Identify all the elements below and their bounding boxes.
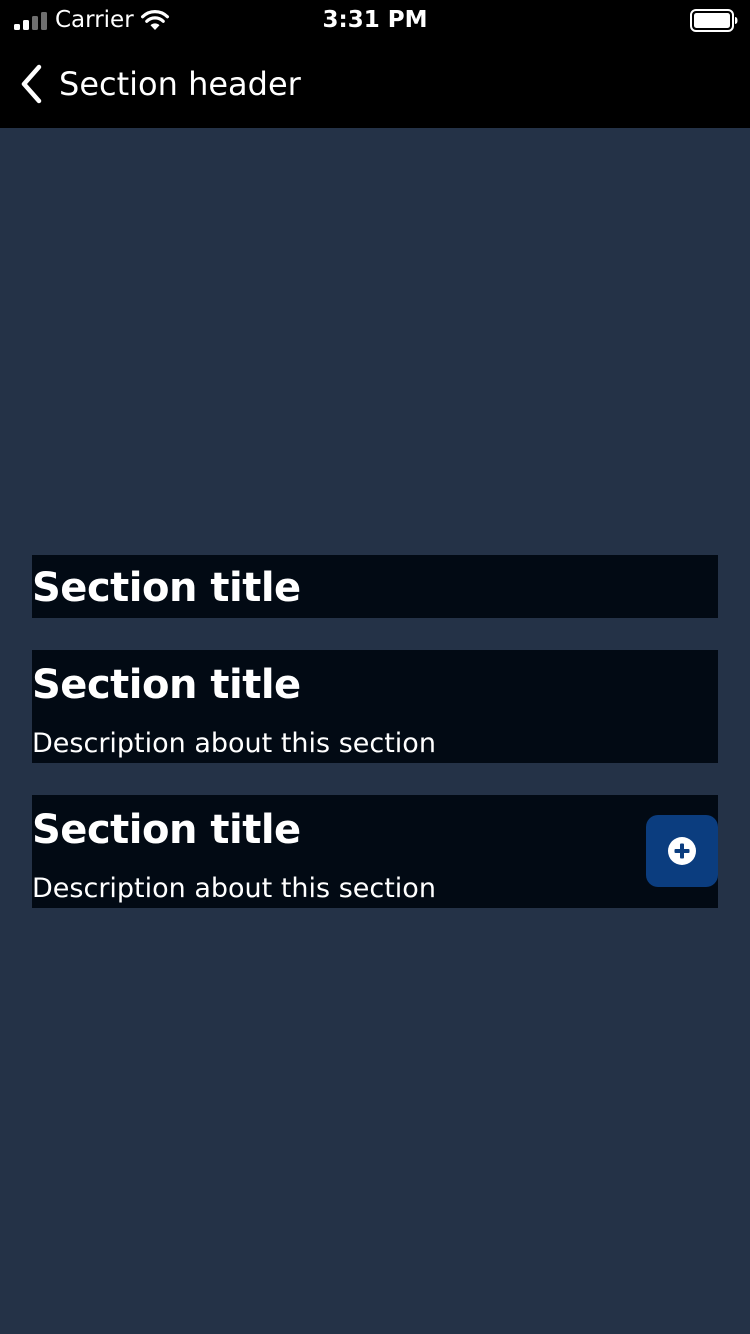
nav-title: Section header [59,65,301,103]
add-button[interactable] [646,815,718,887]
section-description: Description about this section [32,873,436,904]
chevron-left-icon [21,64,42,104]
status-time: 3:31 PM [322,7,428,33]
section-description: Description about this section [32,728,436,759]
section-title: Section title [32,807,301,853]
section-title: Section title [32,565,301,611]
back-button[interactable] [10,60,54,108]
section-header-title-only: Section title [32,555,718,618]
plus-circle-icon [668,837,696,865]
section-header-with-action: Section title Description about this sec… [32,795,718,908]
status-bar: Carrier 3:31 PM [0,0,750,40]
section-title: Section title [32,662,301,708]
battery-icon [690,9,738,32]
navigation-bar: Section header [0,40,750,128]
section-header-with-description: Section title Description about this sec… [32,650,718,763]
